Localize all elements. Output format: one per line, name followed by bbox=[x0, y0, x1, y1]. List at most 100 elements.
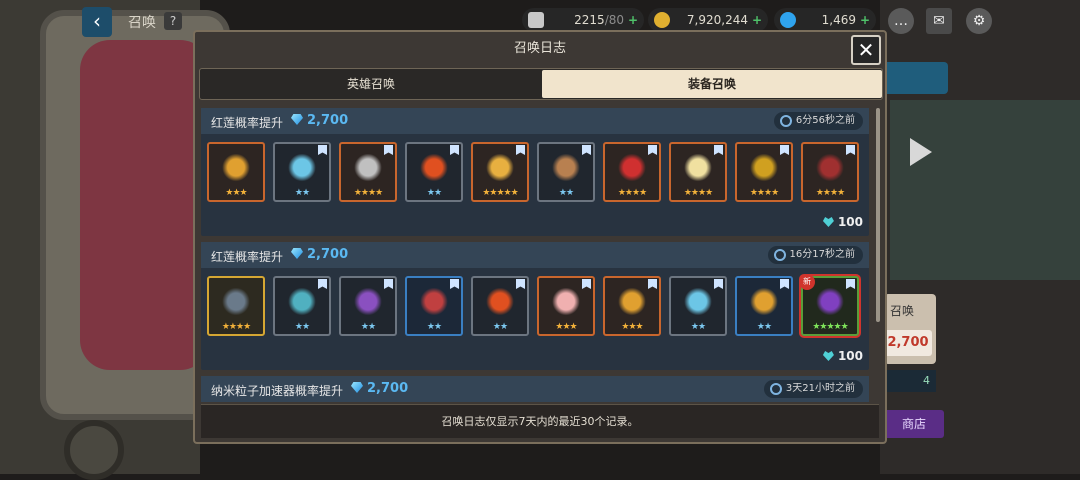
equipment-item[interactable]: ★★★★ bbox=[603, 142, 661, 202]
star-rating: ★★★★ bbox=[353, 188, 383, 198]
summon-log-dialog: 召唤日志 ✕ 英雄召唤 装备召唤 红莲概率提升 2,700 6分56秒之前 ★★… bbox=[193, 30, 887, 444]
bookmark-icon bbox=[582, 145, 591, 155]
tab-bar: 英雄召唤 装备召唤 bbox=[199, 68, 883, 100]
star-rating: ★★ bbox=[360, 322, 376, 332]
gem-icon bbox=[291, 248, 303, 259]
star-rating: ★★ bbox=[690, 322, 706, 332]
equipment-item[interactable]: ★★ bbox=[405, 142, 463, 202]
golden-scepter-icon bbox=[749, 288, 779, 318]
record-time: 6分56秒之前 bbox=[773, 112, 863, 130]
gear-icon[interactable]: ⚙ bbox=[966, 8, 992, 34]
bookmark-icon bbox=[516, 279, 525, 289]
stamina-plus-icon[interactable]: + bbox=[628, 8, 638, 32]
equipment-item[interactable]: ★★★ bbox=[207, 142, 265, 202]
equipment-item[interactable]: ★★★★ bbox=[207, 276, 265, 336]
gem-plus-icon[interactable]: + bbox=[860, 8, 870, 32]
gold-plus-icon[interactable]: + bbox=[752, 8, 762, 32]
fire-orb-icon bbox=[485, 288, 515, 318]
tab-hero-summon[interactable]: 英雄召唤 bbox=[201, 70, 541, 98]
equipment-item[interactable]: ★★ bbox=[273, 276, 331, 336]
summon-record: 红莲概率提升 2,700 16分17秒之前 ★★★★ ★★ ★★ ★★ ★★ ★★★ ★★★… bbox=[201, 242, 869, 370]
coin-icon bbox=[654, 12, 670, 28]
back-button[interactable]: ‹ bbox=[82, 7, 112, 37]
right-blue-button[interactable] bbox=[880, 62, 948, 94]
equipment-item[interactable]: ★★★★ bbox=[339, 142, 397, 202]
play-icon[interactable] bbox=[910, 138, 932, 166]
heavy-cannon-icon bbox=[221, 288, 251, 318]
amulet-icon bbox=[287, 288, 317, 318]
record-cost: 2,700 bbox=[351, 381, 408, 396]
clock-icon bbox=[769, 383, 782, 395]
equipment-item[interactable]: ★★ bbox=[405, 276, 463, 336]
record-time-text: 3天21小时之前 bbox=[785, 383, 855, 394]
equipment-item[interactable]: ★★ bbox=[537, 142, 595, 202]
gold-emblem-icon bbox=[749, 154, 779, 184]
red-blaster-icon bbox=[419, 288, 449, 318]
dragon-shield-icon bbox=[353, 154, 383, 184]
blue-gauntlet-icon bbox=[683, 288, 713, 318]
equipment-item[interactable]: ★★★★ bbox=[801, 142, 859, 202]
summon-record: 红莲概率提升 2,700 6分56秒之前 ★★★ ★★ ★★★★ ★★ ★★★★★ ★★ ★… bbox=[201, 108, 869, 236]
record-cost-value: 2,700 bbox=[367, 381, 409, 396]
bookmark-icon bbox=[714, 279, 723, 289]
star-rating: ★★★★ bbox=[617, 188, 647, 198]
bookmark-icon bbox=[384, 145, 393, 155]
mail-icon[interactable]: ✉ bbox=[926, 8, 952, 34]
record-header: 纳米粒子加速器概率提升 2,700 3天21小时之前 bbox=[201, 376, 869, 402]
equipment-item[interactable]: ★★ bbox=[471, 276, 529, 336]
record-list[interactable]: 红莲概率提升 2,700 6分56秒之前 ★★★ ★★ ★★★★ ★★ ★★★★★ ★★ ★… bbox=[201, 108, 873, 402]
tv-knob bbox=[64, 420, 124, 480]
shop-button[interactable]: 商店 bbox=[884, 410, 944, 438]
item-row: ★★★ ★★ ★★★★ ★★ ★★★★★ ★★ ★★★★ ★★★★ ★★★★ ★★★★ bbox=[207, 142, 867, 204]
gem-resource[interactable]: 1,469 + bbox=[774, 8, 876, 32]
summon-price: 2,700 bbox=[884, 330, 932, 356]
purple-staff-icon bbox=[353, 288, 383, 318]
count-bar: 4 bbox=[884, 370, 936, 392]
dark-bow-icon bbox=[815, 154, 845, 184]
hero-preview bbox=[890, 100, 1080, 280]
star-rating: ★★★★ bbox=[683, 188, 713, 198]
bookmark-icon bbox=[450, 279, 459, 289]
equipment-item[interactable]: ★★ bbox=[339, 276, 397, 336]
star-rating: ★★ bbox=[426, 188, 442, 198]
stamina-icon bbox=[528, 12, 544, 28]
page-title: 召唤 bbox=[128, 15, 156, 31]
fire-orb-icon bbox=[419, 154, 449, 184]
record-title: 红莲概率提升 bbox=[211, 116, 284, 130]
equipment-item[interactable]: ★★★ bbox=[537, 276, 595, 336]
star-rating: ★★★ bbox=[225, 188, 247, 198]
item-row: ★★★★ ★★ ★★ ★★ ★★ ★★★ ★★★ ★★ ★★ ★★★★★ 新 bbox=[207, 274, 867, 338]
equipment-item[interactable]: ★★★★★ 新 bbox=[799, 274, 859, 336]
blue-gauntlet-icon bbox=[287, 154, 317, 184]
equipment-item[interactable]: ★★ bbox=[273, 142, 331, 202]
tab-equipment-summon[interactable]: 装备召唤 bbox=[542, 70, 882, 98]
stamina-resource[interactable]: 2215/80 + bbox=[522, 8, 644, 32]
gold-resource[interactable]: 7,920,244 + bbox=[648, 8, 768, 32]
bookmark-icon bbox=[450, 145, 459, 155]
scrollbar[interactable] bbox=[876, 108, 880, 322]
equipment-item[interactable]: ★★ bbox=[735, 276, 793, 336]
gem-value: 1,469 bbox=[821, 13, 856, 27]
bookmark-icon bbox=[648, 279, 657, 289]
equipment-item[interactable]: ★★ bbox=[669, 276, 727, 336]
gem-icon bbox=[351, 382, 363, 393]
new-badge: 新 bbox=[799, 274, 815, 290]
shield-crest-icon bbox=[221, 154, 251, 184]
pink-glove-icon bbox=[551, 288, 581, 318]
help-button[interactable]: ? bbox=[164, 12, 182, 30]
summon-record: 纳米粒子加速器概率提升 2,700 3天21小时之前 bbox=[201, 376, 869, 402]
summon-card-label: 召唤 bbox=[890, 304, 915, 318]
star-rating: ★★ bbox=[426, 322, 442, 332]
equipment-item[interactable]: ★★★★ bbox=[669, 142, 727, 202]
chat-icon[interactable]: … bbox=[888, 8, 914, 34]
record-title: 红莲概率提升 bbox=[211, 250, 284, 264]
gold-value: 7,920,244 bbox=[686, 13, 748, 27]
equipment-item[interactable]: ★★★ bbox=[603, 276, 661, 336]
close-button[interactable]: ✕ bbox=[851, 35, 881, 65]
equipment-item[interactable]: ★★★★ bbox=[735, 142, 793, 202]
star-rating: ★★★★★ bbox=[812, 322, 848, 332]
clock-icon bbox=[779, 115, 792, 127]
star-rating: ★★★★ bbox=[749, 188, 779, 198]
equipment-item[interactable]: ★★★★★ bbox=[471, 142, 529, 202]
gold-rifle-icon bbox=[617, 288, 647, 318]
